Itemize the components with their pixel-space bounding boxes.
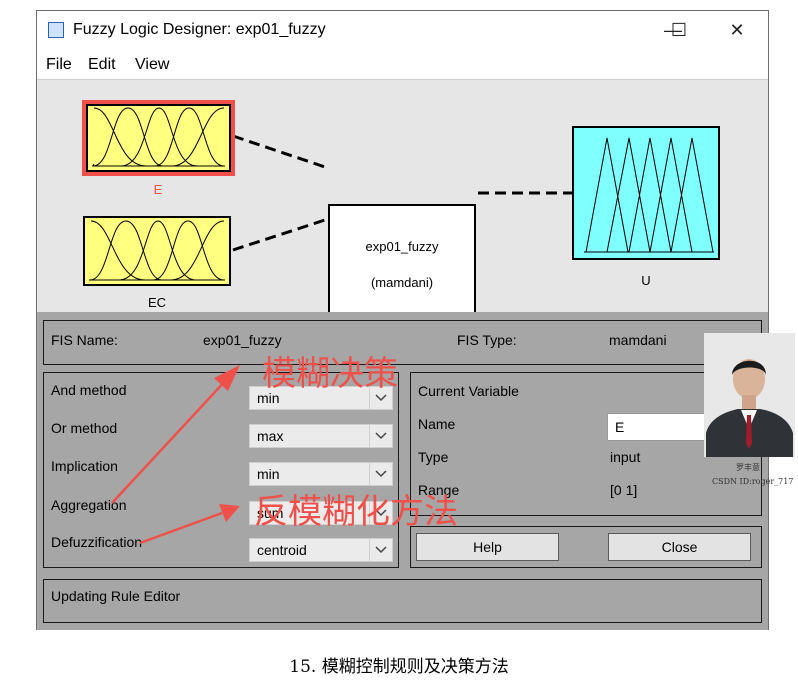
title-bar: Fuzzy Logic Designer: exp01_fuzzy — ☐ ✕: [37, 11, 768, 49]
input-ec-membership-curves: [89, 220, 225, 281]
properties-panel: FIS Name: exp01_fuzzy FIS Type: mamdani …: [37, 312, 768, 630]
buttons-group: Help Close: [410, 526, 762, 568]
menu-bar: File Edit View: [37, 49, 768, 79]
fis-system-name: exp01_fuzzy: [365, 239, 439, 254]
input-e-label: E: [153, 182, 163, 197]
variable-range-value: [0 1]: [610, 482, 638, 498]
fuzzy-logic-designer-window: Fuzzy Logic Designer: exp01_fuzzy — ☐ ✕ …: [36, 10, 769, 630]
input-e-box[interactable]: [82, 100, 235, 176]
output-u-membership-triangles: [584, 137, 714, 253]
author-photo: 罗丰意: [704, 333, 795, 457]
figure-caption: 15. 模糊控制规则及决策方法: [289, 657, 509, 677]
fis-info-group: FIS Name: exp01_fuzzy FIS Type: mamdani: [43, 320, 762, 365]
annotation-fuzzy-decision: 模糊决策: [262, 354, 398, 394]
variable-type-value: input: [610, 449, 641, 465]
implication-value: min: [257, 466, 280, 482]
input-ec-box[interactable]: [83, 216, 231, 286]
menu-file[interactable]: File: [46, 56, 72, 74]
chevron-down-icon: [369, 539, 392, 561]
watermark-name-text: 罗丰意: [736, 463, 760, 472]
close-window-button[interactable]: ✕: [722, 17, 752, 43]
fis-diagram: E EC exp01_fuzzy (mamdani) U: [37, 79, 768, 320]
window-title: Fuzzy Logic Designer: exp01_fuzzy: [73, 21, 326, 38]
or-method-label: Or method: [51, 420, 118, 436]
close-button[interactable]: Close: [608, 533, 751, 561]
input-ec-label: EC: [147, 295, 167, 310]
defuzzification-dropdown[interactable]: centroid: [249, 538, 393, 562]
or-method-dropdown[interactable]: max: [249, 424, 393, 448]
or-method-value: max: [257, 428, 284, 444]
input-e-membership-curves: [92, 107, 225, 167]
variable-name-label: Name: [418, 416, 456, 432]
fis-name-label: FIS Name:: [51, 332, 118, 348]
annotation-defuzzification-method: 反模糊化方法: [254, 492, 458, 532]
fis-type-value: mamdani: [609, 332, 667, 348]
methods-group: And method min Or method max Implication…: [43, 372, 399, 568]
variable-name-value: E: [615, 419, 625, 435]
fis-system-method: (mamdani): [370, 275, 434, 290]
variable-type-label: Type: [418, 449, 449, 465]
output-u-label: U: [641, 273, 651, 288]
current-variable-heading: Current Variable: [418, 383, 519, 399]
fis-system-box[interactable]: exp01_fuzzy (mamdani): [328, 204, 476, 320]
chevron-down-icon: [369, 425, 392, 447]
implication-dropdown[interactable]: min: [249, 462, 393, 486]
chevron-down-icon: [369, 463, 392, 485]
help-button[interactable]: Help: [416, 533, 559, 561]
maximize-button[interactable]: ☐: [664, 17, 694, 43]
aggregation-label: Aggregation: [51, 497, 127, 513]
fis-type-label: FIS Type:: [457, 332, 517, 348]
menu-view[interactable]: View: [135, 56, 169, 74]
defuzzification-value: centroid: [257, 542, 307, 558]
watermark-id: CSDN ID:roger_717: [712, 477, 794, 486]
output-u-box[interactable]: [572, 126, 720, 260]
status-group: Updating Rule Editor: [43, 579, 762, 623]
portrait-image: [704, 333, 795, 457]
menu-edit[interactable]: Edit: [88, 56, 116, 74]
and-method-label: And method: [51, 382, 127, 398]
defuzzification-label: Defuzzification: [51, 534, 143, 550]
status-message: Updating Rule Editor: [51, 588, 181, 604]
implication-label: Implication: [51, 458, 118, 474]
matlab-app-icon: [48, 22, 64, 38]
